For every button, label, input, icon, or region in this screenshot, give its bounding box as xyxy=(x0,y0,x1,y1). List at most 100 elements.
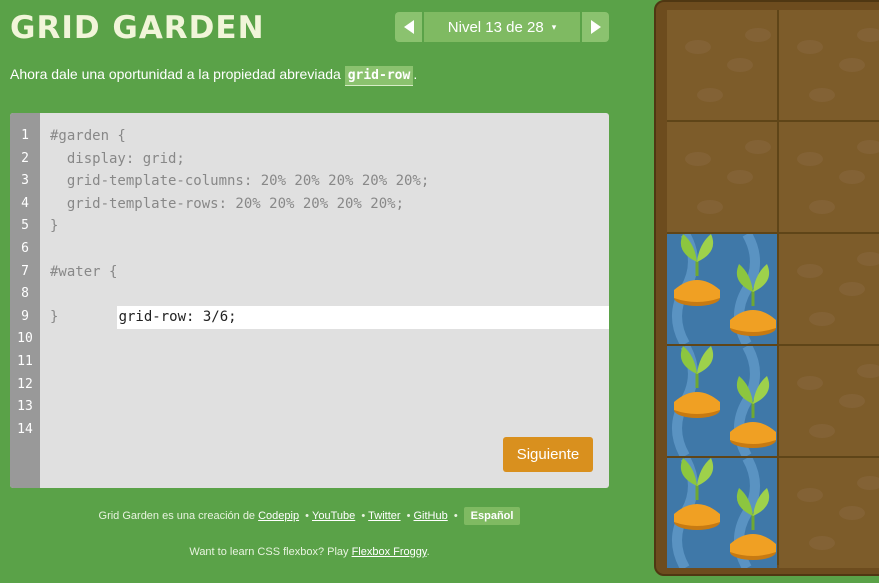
soil-pebble xyxy=(857,252,879,266)
line-number: 1 xyxy=(21,128,29,143)
soil-cell xyxy=(779,122,879,232)
arrow-right-icon xyxy=(590,20,601,34)
soil-pebble xyxy=(685,40,711,54)
level-navigation: Nivel 13 de 28 ▾ xyxy=(395,12,609,42)
code-line: #water { xyxy=(50,263,118,280)
soil-cell xyxy=(667,122,777,232)
carrot-icon xyxy=(674,234,720,306)
instructions-code: grid-row xyxy=(344,66,414,86)
next-level-button[interactable] xyxy=(582,12,609,42)
instructions: Ahora dale una oportunidad a la propieda… xyxy=(10,66,418,86)
water-waves xyxy=(672,234,776,344)
arrow-left-icon xyxy=(403,20,414,34)
credits: Grid Garden es una creación de Codepip •… xyxy=(10,507,609,525)
separator: • xyxy=(361,510,366,522)
soil-pebble xyxy=(857,28,879,42)
soil-pebble xyxy=(839,58,865,72)
soil-pebble xyxy=(857,140,879,154)
soil-pebble xyxy=(857,364,879,378)
soil-pebble xyxy=(809,200,835,214)
instructions-period: . xyxy=(413,66,418,82)
soil-pebble xyxy=(727,58,753,72)
soil-cell xyxy=(779,458,879,568)
code-editor: 1 2 3 4 5 6 7 8 9 10 11 12 13 14 #garden { display: g… xyxy=(10,113,609,488)
soil-cell xyxy=(779,234,879,344)
soil-cell xyxy=(779,10,879,120)
chevron-down-icon: ▾ xyxy=(551,21,557,32)
separator: • xyxy=(406,510,411,522)
game-title: GRID GARDEN xyxy=(10,10,265,46)
soil-pebble xyxy=(685,152,711,166)
separator: • xyxy=(305,510,310,522)
soil-pebble xyxy=(809,424,835,438)
line-number: 9 xyxy=(21,308,29,324)
soil-pebble xyxy=(797,376,823,390)
twitter-link[interactable]: Twitter xyxy=(368,510,400,522)
soil-pebble xyxy=(839,282,865,296)
css-answer-input[interactable] xyxy=(116,305,609,329)
soil-pebble xyxy=(809,536,835,550)
soil-pebble xyxy=(839,170,865,184)
credits-prefix: Grid Garden es una creación de xyxy=(98,510,259,522)
soil-pebble xyxy=(839,506,865,520)
water-cell xyxy=(667,346,777,456)
line-number: 7 xyxy=(21,263,29,279)
code-line: } xyxy=(50,218,59,235)
water-waves xyxy=(672,458,776,568)
soil-pebble xyxy=(809,312,835,326)
github-link[interactable]: GitHub xyxy=(414,510,448,522)
water-cell xyxy=(667,458,777,568)
level-label: Nivel 13 de 28 xyxy=(447,18,544,36)
carrot-icon xyxy=(674,346,720,418)
separator: • xyxy=(453,510,458,522)
soil-pebble xyxy=(857,476,879,490)
water-waves xyxy=(672,346,776,456)
line-number: 14 xyxy=(17,421,33,437)
line-number: 8 xyxy=(21,286,29,302)
soil-pebble xyxy=(797,264,823,278)
code-line: #garden { xyxy=(50,128,126,144)
flexbox-promo-text: Want to learn CSS flexbox? Play xyxy=(189,546,352,558)
code-line: grid-template-columns: 20% 20% 20% 20% 2… xyxy=(50,173,430,190)
soil-pebble xyxy=(697,200,723,214)
codepip-link[interactable]: Codepip xyxy=(258,510,299,522)
soil-pebble xyxy=(745,140,771,154)
flexbox-froggy-link[interactable]: Flexbox Froggy xyxy=(352,546,427,558)
line-number: 3 xyxy=(21,173,29,189)
flexbox-promo-period: . xyxy=(426,546,430,558)
soil-pebble xyxy=(809,88,835,102)
soil-pebble xyxy=(697,88,723,102)
line-number: 5 xyxy=(21,218,29,234)
soil-pebble xyxy=(797,40,823,54)
code-input-line xyxy=(50,283,609,329)
line-number: 2 xyxy=(21,150,29,166)
youtube-link[interactable]: YouTube xyxy=(312,510,355,522)
line-number: 10 xyxy=(17,331,33,347)
code-area: #garden { display: grid; grid-template-c… xyxy=(50,125,609,329)
line-number: 12 xyxy=(17,376,33,392)
language-button[interactable]: Español xyxy=(463,507,521,525)
flexbox-promo: Want to learn CSS flexbox? Play Flexbox … xyxy=(10,546,609,558)
instructions-text: Ahora dale una oportunidad a la propieda… xyxy=(10,66,345,82)
soil-cell xyxy=(667,10,777,120)
soil-pebble xyxy=(797,488,823,502)
carrot-icon xyxy=(674,458,720,530)
soil-pebble xyxy=(797,152,823,166)
code-line: grid-template-rows: 20% 20% 20% 20% 20%; xyxy=(50,195,405,212)
soil-pebble xyxy=(839,394,865,408)
line-number: 11 xyxy=(17,353,33,369)
soil-cell xyxy=(779,346,879,456)
garden-grid xyxy=(667,10,879,568)
line-number: 13 xyxy=(17,399,33,415)
water-cell xyxy=(667,234,777,344)
code-line: display: grid; xyxy=(50,150,185,167)
line-number: 4 xyxy=(21,195,29,211)
soil-pebble xyxy=(745,28,771,42)
line-number-gutter: 1 2 3 4 5 6 7 8 9 10 11 12 13 14 xyxy=(10,113,40,488)
soil-pebble xyxy=(727,170,753,184)
line-number: 6 xyxy=(21,240,29,256)
next-button[interactable]: Siguiente xyxy=(503,437,593,472)
level-indicator[interactable]: Nivel 13 de 28 ▾ xyxy=(424,12,580,42)
previous-level-button[interactable] xyxy=(395,12,422,42)
